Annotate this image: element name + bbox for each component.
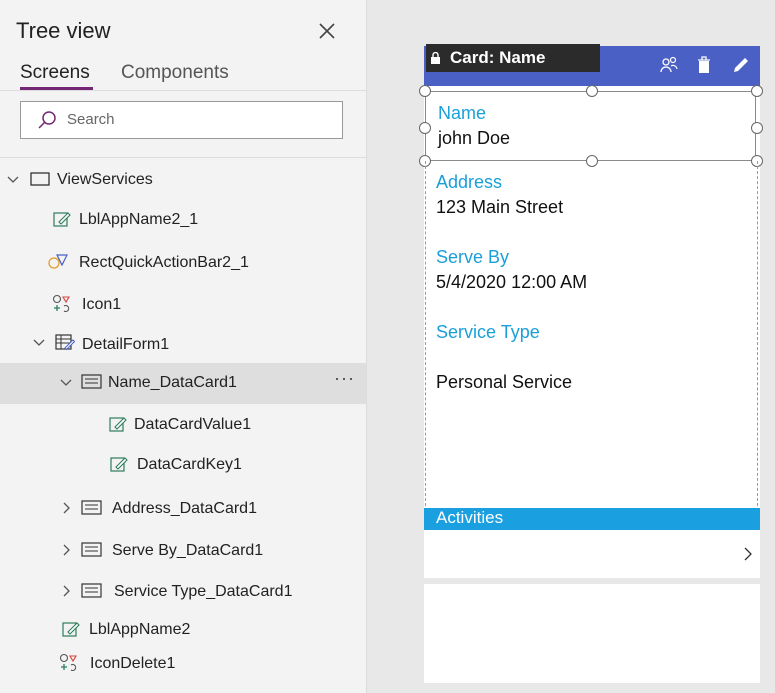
tree-item-label: DataCardKey1	[137, 456, 242, 473]
tree-item-label: ViewServices	[57, 171, 153, 188]
tab-components[interactable]: Components	[121, 62, 229, 84]
edit-label-icon	[110, 457, 128, 472]
chevron-right-icon[interactable]	[742, 546, 754, 562]
tree-item-icondelete1[interactable]: IconDelete1	[0, 649, 366, 679]
edit-label-icon	[62, 622, 80, 637]
field-value-address[interactable]: 123 Main Street	[436, 197, 563, 218]
lock-icon	[431, 52, 440, 64]
activity-list-item[interactable]	[424, 532, 760, 579]
resize-handle[interactable]	[751, 122, 763, 134]
tree-item-lblappname2-1[interactable]: LblAppName2_1	[0, 205, 366, 235]
close-icon	[319, 23, 335, 39]
divider	[0, 157, 366, 158]
chevron-right-icon[interactable]	[59, 501, 73, 515]
divider	[0, 90, 366, 91]
close-button[interactable]	[314, 18, 340, 44]
tree-item-label: Address_DataCard1	[112, 500, 257, 517]
tree-item-label: DataCardValue1	[134, 416, 252, 433]
tree-item-rectquickactionbar2-1[interactable]: RectQuickActionBar2_1	[0, 247, 366, 277]
activities-header: Activities	[424, 508, 760, 530]
tree-item-datacardkey1[interactable]: DataCardKey1	[0, 450, 366, 480]
screen-icon	[30, 172, 50, 186]
tree-view-panel: Tree view Screens Components ViewService…	[0, 0, 367, 693]
edit-label-icon	[109, 417, 127, 432]
field-label-name: Name	[438, 103, 487, 123]
card-icon	[81, 374, 102, 389]
tree-item-label: Name_DataCard1	[108, 374, 237, 391]
chevron-down-icon[interactable]	[6, 173, 20, 187]
field-label-service-type: Service Type	[436, 322, 540, 342]
chevron-down-icon[interactable]	[32, 336, 46, 350]
tab-screens[interactable]: Screens	[20, 62, 90, 84]
tree-item-serve-by-datacard1[interactable]: Serve By_DataCard1	[0, 535, 366, 565]
card-badge-label: Card: Name	[450, 48, 546, 67]
search-box[interactable]	[20, 101, 343, 139]
edit-label-icon	[53, 212, 71, 227]
card-name-badge: Card: Name	[426, 44, 600, 72]
tree-item-icon1[interactable]: Icon1	[0, 290, 366, 320]
card-icon	[81, 583, 102, 598]
tree-item-label: RectQuickActionBar2_1	[79, 254, 249, 271]
tree-item-label: LblAppName2	[89, 621, 191, 638]
panel-title: Tree view	[16, 18, 111, 43]
tree-item-label: LblAppName2_1	[79, 211, 199, 228]
tree-item-label: Service Type_DataCard1	[114, 583, 293, 600]
trash-icon[interactable]	[695, 55, 713, 75]
tree-item-lblappname2[interactable]: LblAppName2	[0, 615, 366, 645]
resize-handle[interactable]	[751, 85, 763, 97]
tree-item-label: IconDelete1	[90, 655, 176, 672]
resize-handle[interactable]	[419, 122, 431, 134]
activities-label: Activities	[436, 508, 504, 527]
pencil-icon[interactable]	[731, 55, 751, 75]
selected-card-frame[interactable]	[425, 91, 756, 161]
field-value-name[interactable]: john Doe	[438, 128, 510, 149]
search-input[interactable]	[67, 111, 327, 128]
chevron-right-icon[interactable]	[59, 543, 73, 557]
field-value-serve-by[interactable]: 5/4/2020 12:00 AM	[436, 272, 587, 293]
tree-item-viewservices[interactable]: ViewServices	[0, 165, 366, 195]
field-label-address: Address	[436, 172, 503, 192]
search-icon	[38, 111, 56, 129]
chevron-down-icon[interactable]	[59, 376, 73, 390]
tree-item-label: Serve By_DataCard1	[112, 542, 264, 559]
field-value-service-type[interactable]: Personal Service	[436, 372, 572, 393]
card-icon	[81, 500, 102, 515]
shapes-icon	[48, 254, 68, 269]
tree-item-label: DetailForm1	[82, 336, 170, 353]
tree-item-detailform1[interactable]: DetailForm1	[0, 329, 366, 359]
tree-item-address-datacard1[interactable]: Address_DataCard1	[0, 493, 366, 523]
more-options-button[interactable]: ···	[334, 368, 355, 389]
form-icon	[55, 334, 75, 351]
chevron-right-icon[interactable]	[59, 584, 73, 598]
tree-item-service-type-datacard1[interactable]: Service Type_DataCard1	[0, 576, 366, 606]
people-icon[interactable]	[659, 55, 679, 75]
field-label-serve-by: Serve By	[436, 247, 510, 267]
tree-item-label: Icon1	[82, 296, 122, 313]
divider	[424, 578, 760, 584]
icon-control-icon	[59, 653, 77, 672]
tree-item-datacardvalue1[interactable]: DataCardValue1	[0, 410, 366, 440]
icon-control-icon	[52, 294, 70, 313]
resize-handle[interactable]	[586, 85, 598, 97]
card-icon	[81, 542, 102, 557]
resize-handle[interactable]	[419, 85, 431, 97]
tree-item-name-datacard1[interactable]: Name_DataCard1 ···	[0, 368, 366, 398]
